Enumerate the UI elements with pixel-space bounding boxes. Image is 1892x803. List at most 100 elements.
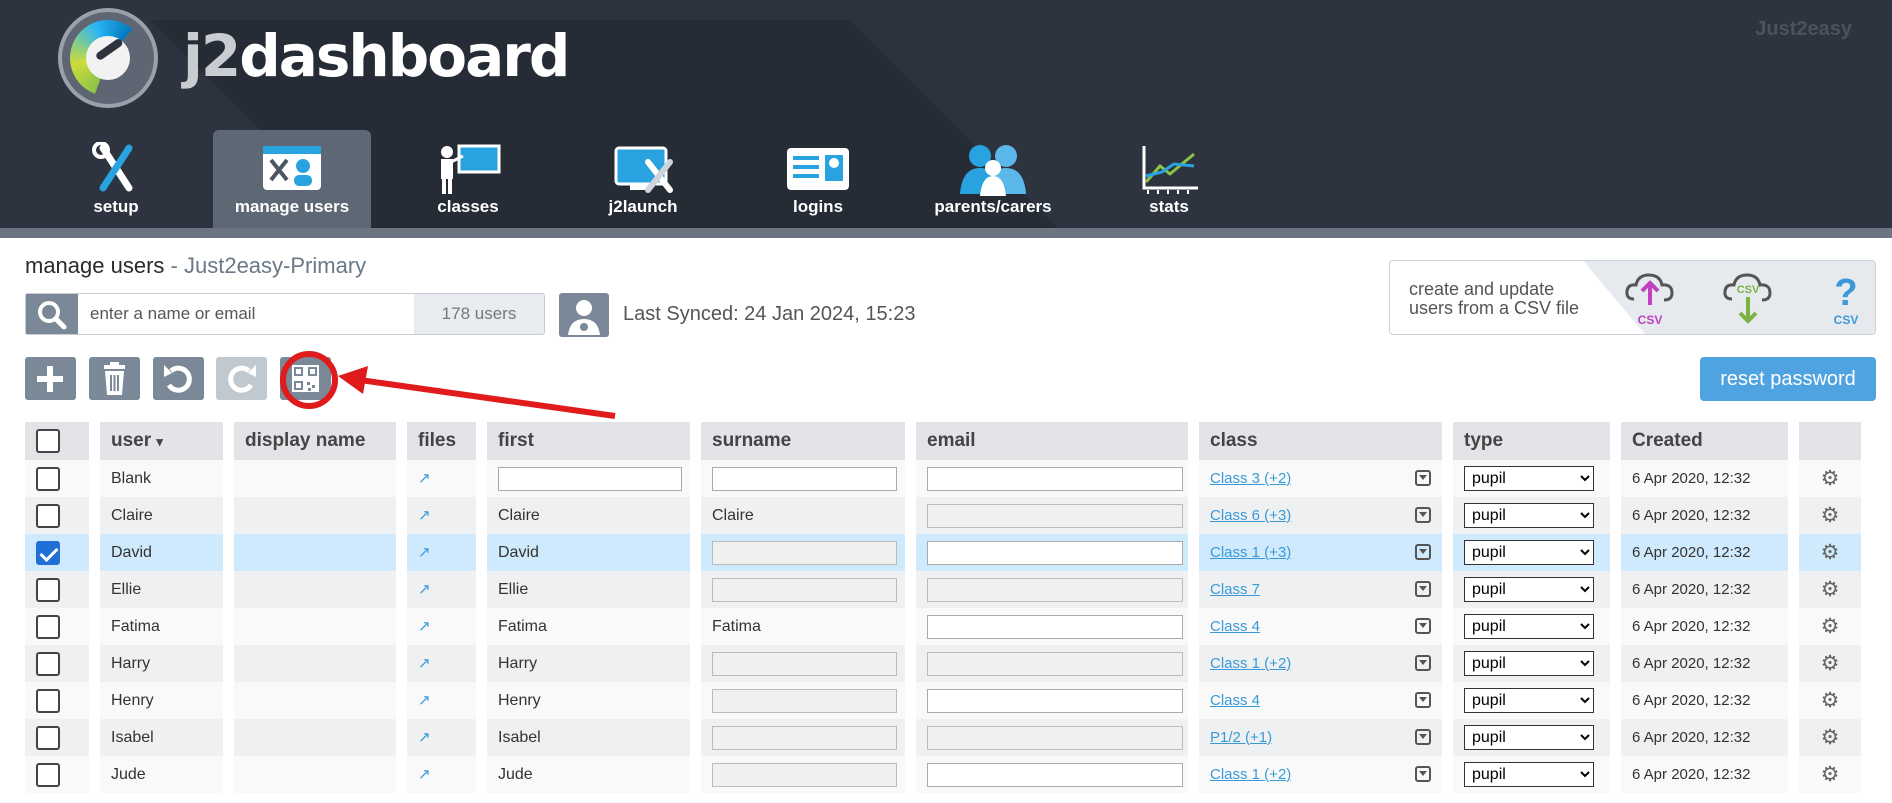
row-checkbox[interactable] <box>36 688 60 713</box>
column-display-name[interactable]: display name <box>234 422 407 460</box>
column-created[interactable]: Created <box>1621 422 1799 460</box>
row-checkbox[interactable] <box>36 540 60 565</box>
row-checkbox[interactable] <box>36 651 60 676</box>
undo-button[interactable] <box>153 357 204 400</box>
first-cell[interactable]: Ellie <box>487 571 701 608</box>
email-field[interactable] <box>927 503 1183 528</box>
nav-item-setup[interactable]: setup <box>37 130 195 228</box>
row-checkbox[interactable] <box>36 503 60 528</box>
add-user-button[interactable] <box>25 357 76 400</box>
redo-button[interactable] <box>216 357 267 400</box>
external-link-icon[interactable]: ↗︎ <box>418 692 431 709</box>
class-dropdown-icon[interactable] <box>1415 618 1431 635</box>
table-row[interactable]: Henry ↗︎ Henry Class 4 pupil 6 Apr 2020, 12:3… <box>25 682 1861 719</box>
type-select[interactable]: pupil <box>1464 577 1594 602</box>
csv-upload-button[interactable]: CSV <box>1622 269 1678 327</box>
class-link[interactable]: Class 4 <box>1210 618 1260 635</box>
class-link[interactable]: Class 1 (+2) <box>1210 655 1291 672</box>
class-link[interactable]: Class 4 <box>1210 692 1260 709</box>
row-checkbox[interactable] <box>36 577 60 602</box>
email-field[interactable] <box>927 614 1183 639</box>
first-name-field[interactable] <box>498 466 682 491</box>
email-field[interactable] <box>927 577 1183 602</box>
class-link[interactable]: Class 1 (+3) <box>1210 544 1291 561</box>
gear-icon[interactable]: ⚙︎ <box>1821 467 1840 490</box>
type-select[interactable]: pupil <box>1464 688 1594 713</box>
table-row[interactable]: David ↗︎ David Class 1 (+3) pupil 6 Apr 2020,… <box>25 534 1861 571</box>
first-cell[interactable]: Claire <box>487 497 701 534</box>
class-dropdown-icon[interactable] <box>1415 470 1431 487</box>
first-cell[interactable]: Fatima <box>487 608 701 645</box>
surname-cell[interactable]: Fatima <box>701 608 916 645</box>
external-link-icon[interactable]: ↗︎ <box>418 729 431 746</box>
column-type[interactable]: type <box>1453 422 1621 460</box>
external-link-icon[interactable]: ↗︎ <box>418 618 431 635</box>
table-row[interactable]: Fatima ↗︎ Fatima Fatima Class 4 pupil 6 Apr 20… <box>25 608 1861 645</box>
delete-user-button[interactable] <box>89 357 140 400</box>
class-dropdown-icon[interactable] <box>1415 729 1431 746</box>
search-button[interactable] <box>26 294 78 334</box>
class-link[interactable]: Class 3 (+2) <box>1210 470 1291 487</box>
row-checkbox[interactable] <box>36 725 60 750</box>
class-dropdown-icon[interactable] <box>1415 655 1431 672</box>
class-dropdown-icon[interactable] <box>1415 766 1431 783</box>
class-dropdown-icon[interactable] <box>1415 581 1431 598</box>
surname-cell[interactable]: Claire <box>701 497 916 534</box>
class-link[interactable]: Class 7 <box>1210 581 1260 598</box>
sync-user-button[interactable] <box>559 293 609 337</box>
class-dropdown-icon[interactable] <box>1415 692 1431 709</box>
first-cell[interactable]: Henry <box>487 682 701 719</box>
type-select[interactable]: pupil <box>1464 725 1594 750</box>
select-all-checkbox[interactable] <box>36 429 60 453</box>
column-first[interactable]: first <box>487 422 701 460</box>
column-email[interactable]: email <box>916 422 1199 460</box>
first-cell[interactable]: David <box>487 534 701 571</box>
class-dropdown-icon[interactable] <box>1415 507 1431 524</box>
nav-item-j2launch[interactable]: j2launch <box>564 130 722 228</box>
column-surname[interactable]: surname <box>701 422 916 460</box>
type-select[interactable]: pupil <box>1464 466 1594 491</box>
nav-item-stats[interactable]: stats <box>1090 130 1248 228</box>
gear-icon[interactable]: ⚙︎ <box>1821 763 1840 786</box>
external-link-icon[interactable]: ↗︎ <box>418 544 431 561</box>
row-checkbox[interactable] <box>36 614 60 639</box>
table-row[interactable]: Isabel ↗︎ Isabel P1/2 (+1) pupil 6 Apr 2020, … <box>25 719 1861 756</box>
gear-icon[interactable]: ⚙︎ <box>1821 615 1840 638</box>
surname-field[interactable] <box>712 577 897 602</box>
type-select[interactable]: pupil <box>1464 503 1594 528</box>
surname-field[interactable] <box>712 540 897 565</box>
email-field[interactable] <box>927 762 1183 787</box>
nav-item-manage-users[interactable]: manage users <box>213 130 371 228</box>
row-checkbox[interactable] <box>36 762 60 787</box>
nav-item-logins[interactable]: logins <box>739 130 897 228</box>
class-link[interactable]: P1/2 (+1) <box>1210 729 1272 746</box>
first-cell[interactable]: Isabel <box>487 719 701 756</box>
row-checkbox[interactable] <box>36 466 60 491</box>
gear-icon[interactable]: ⚙︎ <box>1821 578 1840 601</box>
type-select[interactable]: pupil <box>1464 540 1594 565</box>
table-row[interactable]: Harry ↗︎ Harry Class 1 (+2) pupil 6 Apr 2020,… <box>25 645 1861 682</box>
email-field[interactable] <box>927 688 1183 713</box>
type-select[interactable]: pupil <box>1464 614 1594 639</box>
email-field[interactable] <box>927 540 1183 565</box>
external-link-icon[interactable]: ↗︎ <box>418 507 431 524</box>
surname-field[interactable] <box>712 651 897 676</box>
external-link-icon[interactable]: ↗︎ <box>418 581 431 598</box>
gear-icon[interactable]: ⚙︎ <box>1821 652 1840 675</box>
table-row[interactable]: Blank ↗︎ Class 3 (+2) pupil 6 Apr 2020, 12:3… <box>25 460 1861 497</box>
first-cell[interactable]: Harry <box>487 645 701 682</box>
external-link-icon[interactable]: ↗︎ <box>418 655 431 672</box>
surname-field[interactable] <box>712 688 897 713</box>
nav-item-classes[interactable]: classes <box>389 130 547 228</box>
column-class[interactable]: class <box>1199 422 1453 460</box>
column-user[interactable]: user ▾ <box>100 422 234 460</box>
gear-icon[interactable]: ⚙︎ <box>1821 541 1840 564</box>
class-dropdown-icon[interactable] <box>1415 544 1431 561</box>
class-link[interactable]: Class 6 (+3) <box>1210 507 1291 524</box>
email-field[interactable] <box>927 466 1183 491</box>
email-field[interactable] <box>927 725 1183 750</box>
csv-help-button[interactable]: ? CSV <box>1818 269 1874 327</box>
gear-icon[interactable]: ⚙︎ <box>1821 689 1840 712</box>
reset-password-button[interactable]: reset password <box>1700 357 1876 401</box>
surname-field[interactable] <box>712 762 897 787</box>
